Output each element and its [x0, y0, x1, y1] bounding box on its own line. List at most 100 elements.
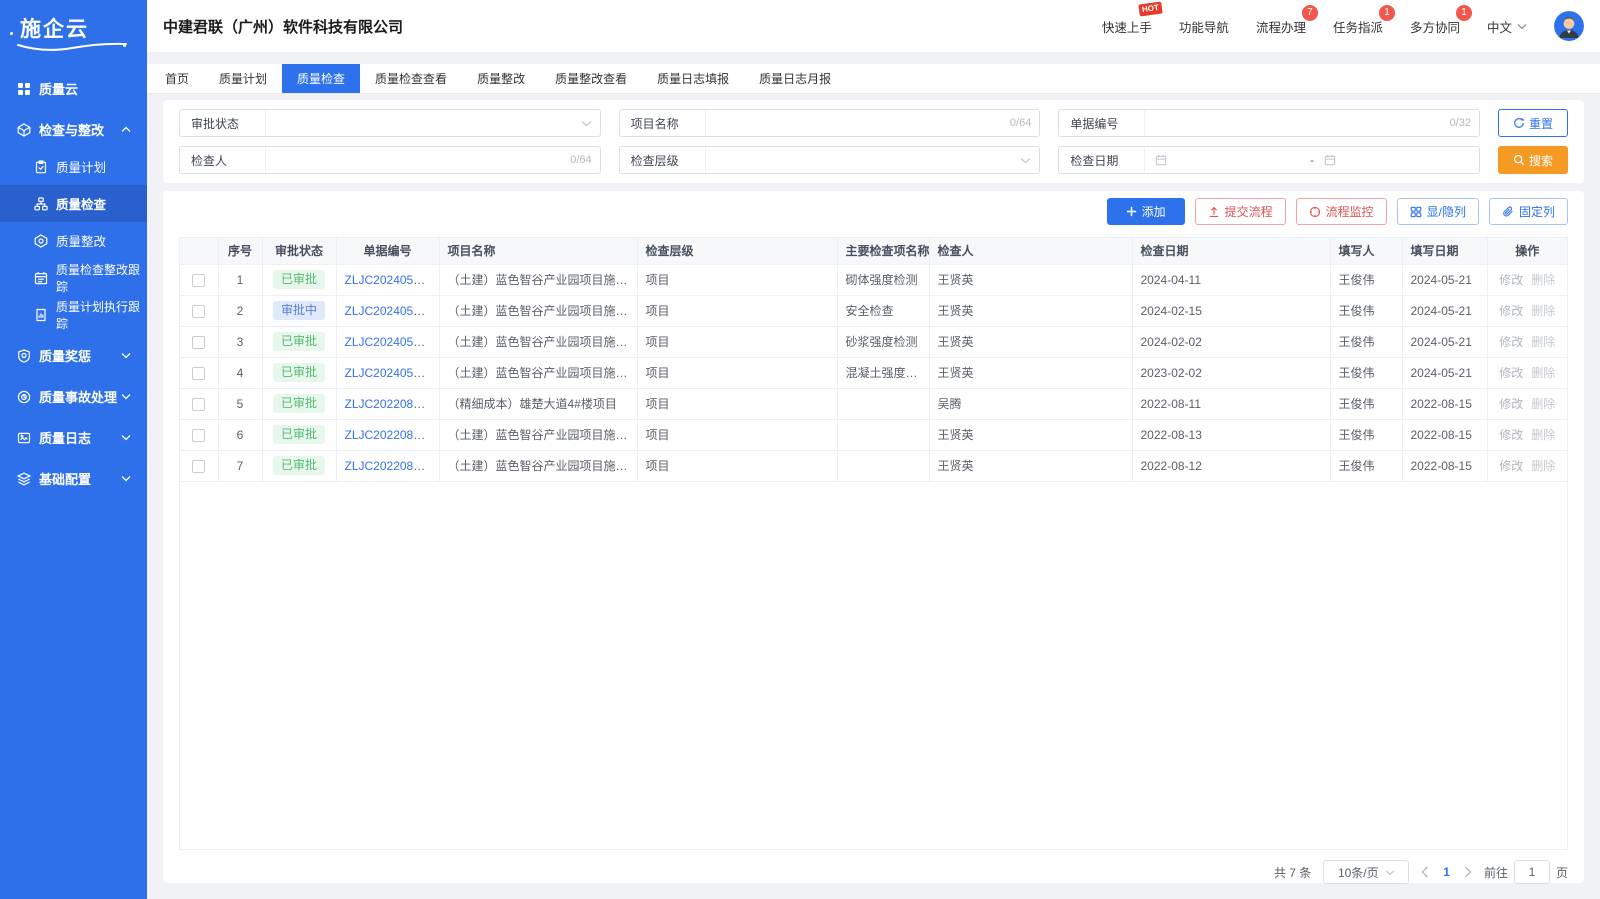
sidebar-item-plan-execution-track[interactable]: 质量计划执行跟踪: [0, 296, 147, 333]
nav-label: 功能导航: [1179, 21, 1229, 35]
sidebar-group-inspection-rectify[interactable]: 检查与整改: [0, 111, 147, 148]
sidebar-item-quality-rectify[interactable]: 质量整改: [0, 222, 147, 259]
cell-filler: 王俊伟: [1330, 388, 1402, 419]
layers-icon: [17, 472, 31, 486]
cell-fill-date: 2024-05-21: [1402, 357, 1487, 388]
delete-link[interactable]: 删除: [1531, 397, 1555, 411]
delete-link[interactable]: 删除: [1531, 304, 1555, 318]
sidebar-item-quality-cloud[interactable]: 质量云: [0, 70, 147, 107]
fixed-columns-button[interactable]: 固定列: [1489, 198, 1568, 225]
tab-home[interactable]: 首页: [150, 64, 204, 93]
cell-check-item: [837, 419, 929, 450]
page-size-select[interactable]: 10条/页: [1323, 860, 1409, 884]
sidebar-item-quality-plan[interactable]: 质量计划: [0, 148, 147, 185]
sidebar-group-base-config[interactable]: 基础配置: [0, 460, 147, 497]
cell-inspector: 王贤英: [929, 357, 1132, 388]
project-name-field[interactable]: 项目名称 0/64: [619, 109, 1041, 137]
delete-link[interactable]: 删除: [1531, 459, 1555, 473]
edit-link[interactable]: 修改: [1499, 335, 1523, 349]
tab-quality-rectify-view[interactable]: 质量整改查看: [540, 64, 642, 93]
sidebar-group-quality-log[interactable]: 质量日志: [0, 419, 147, 456]
row-checkbox[interactable]: [192, 305, 205, 318]
sidebar-group-quality-rewards[interactable]: 质量奖惩: [0, 337, 147, 374]
avatar-image: [1554, 11, 1584, 41]
delete-link[interactable]: 删除: [1531, 428, 1555, 442]
approval-status-field[interactable]: 审批状态: [179, 109, 601, 137]
doc-no-link[interactable]: ZLJC2022080172: [345, 459, 440, 473]
total-count: 共 7 条: [1274, 864, 1311, 881]
doc-no-link[interactable]: ZLJC2022080174: [345, 397, 440, 411]
row-checkbox[interactable]: [192, 336, 205, 349]
row-checkbox[interactable]: [192, 460, 205, 473]
cell-index: 7: [218, 450, 262, 481]
current-page[interactable]: 1: [1441, 865, 1452, 879]
field-label: 项目名称: [620, 110, 706, 136]
edit-link[interactable]: 修改: [1499, 273, 1523, 287]
tab-quality-plan[interactable]: 质量计划: [204, 64, 282, 93]
sitemap-icon: [34, 197, 48, 211]
edit-link[interactable]: 修改: [1499, 397, 1523, 411]
doc-no-link[interactable]: ZLJC2024050446: [345, 273, 440, 287]
doc-no-field[interactable]: 单据编号 0/32: [1058, 109, 1480, 137]
check-date-field[interactable]: 检查日期 -: [1058, 146, 1480, 174]
edit-link[interactable]: 修改: [1499, 304, 1523, 318]
tab-quality-log-fill[interactable]: 质量日志填报: [642, 64, 744, 93]
nav-label: 快速上手: [1102, 21, 1152, 35]
inspector-field[interactable]: 检查人 0/64: [179, 146, 601, 174]
report-icon: [34, 308, 48, 322]
doc-no-link[interactable]: ZLJC2024050444: [345, 335, 440, 349]
row-checkbox[interactable]: [192, 367, 205, 380]
tab-quality-rectify[interactable]: 质量整改: [462, 64, 540, 93]
edit-link[interactable]: 修改: [1499, 459, 1523, 473]
tab-quality-inspection[interactable]: 质量检查: [282, 64, 360, 93]
nav-function-nav[interactable]: 功能导航: [1179, 17, 1229, 36]
reset-button[interactable]: 重置: [1498, 109, 1568, 137]
nav-task-assign[interactable]: 任务指派 1: [1333, 17, 1383, 36]
add-button[interactable]: 添加: [1107, 198, 1185, 225]
check-level-field[interactable]: 检查层级: [619, 146, 1041, 174]
doc-no-link[interactable]: ZLJC2022080173: [345, 428, 440, 442]
submit-flow-button[interactable]: 提交流程: [1195, 198, 1286, 225]
sidebar-item-inspection-rectify-track[interactable]: 质量检查整改跟踪: [0, 259, 147, 296]
delete-link[interactable]: 删除: [1531, 335, 1555, 349]
flow-monitor-button[interactable]: 流程监控: [1296, 198, 1387, 225]
field-label: 检查人: [180, 147, 266, 173]
cell-level: 项目: [637, 419, 837, 450]
edit-link[interactable]: 修改: [1499, 428, 1523, 442]
cell-fill-date: 2022-08-15: [1402, 450, 1487, 481]
prev-page-button[interactable]: [1421, 866, 1429, 878]
cell-inspector: 王贤英: [929, 295, 1132, 326]
tab-quality-log-monthly[interactable]: 质量日志月报: [744, 64, 846, 93]
cell-fill-date: 2022-08-15: [1402, 388, 1487, 419]
main-content: 审批状态 项目名称 0/64 单据编号 0/32 重置 检查人 0/64: [147, 95, 1600, 899]
col-doc-no: 单据编号: [336, 238, 439, 264]
row-checkbox[interactable]: [192, 274, 205, 287]
show-hide-columns-button[interactable]: 显/隐列: [1397, 198, 1479, 225]
nav-flow-handle[interactable]: 流程办理 7: [1256, 17, 1306, 36]
cell-check-date: 2024-02-15: [1132, 295, 1330, 326]
language-selector[interactable]: 中文: [1487, 17, 1527, 36]
next-page-button[interactable]: [1464, 866, 1472, 878]
sidebar-group-quality-accident[interactable]: 质量事故处理: [0, 378, 147, 415]
sidebar-item-quality-inspection[interactable]: 质量检查: [0, 185, 147, 222]
avatar[interactable]: [1554, 11, 1584, 41]
date-start-input[interactable]: [1145, 154, 1310, 166]
table-row: 1 已审批 ZLJC2024050446 （土建）蓝色智谷产业园项目施工总承..…: [180, 264, 1567, 295]
cell-check-date: 2024-02-02: [1132, 326, 1330, 357]
doc-no-link[interactable]: ZLJC2024050443: [345, 366, 440, 380]
tab-quality-inspection-view[interactable]: 质量检查查看: [360, 64, 462, 93]
edit-link[interactable]: 修改: [1499, 366, 1523, 380]
search-button[interactable]: 搜索: [1498, 146, 1568, 174]
delete-link[interactable]: 删除: [1531, 273, 1555, 287]
delete-link[interactable]: 删除: [1531, 366, 1555, 380]
tab-label: 质量整改: [477, 70, 525, 87]
goto-page-input[interactable]: [1514, 860, 1550, 884]
nav-multi-collab[interactable]: 多方协同 1: [1410, 17, 1460, 36]
date-end-input[interactable]: [1314, 154, 1479, 166]
row-checkbox[interactable]: [192, 429, 205, 442]
doc-no-link[interactable]: ZLJC2024050445: [345, 304, 440, 318]
row-checkbox[interactable]: [192, 398, 205, 411]
show-hide-columns-label: 显/隐列: [1427, 203, 1466, 220]
cell-level: 项目: [637, 295, 837, 326]
nav-quick-start[interactable]: 快速上手 HOT: [1102, 17, 1152, 36]
